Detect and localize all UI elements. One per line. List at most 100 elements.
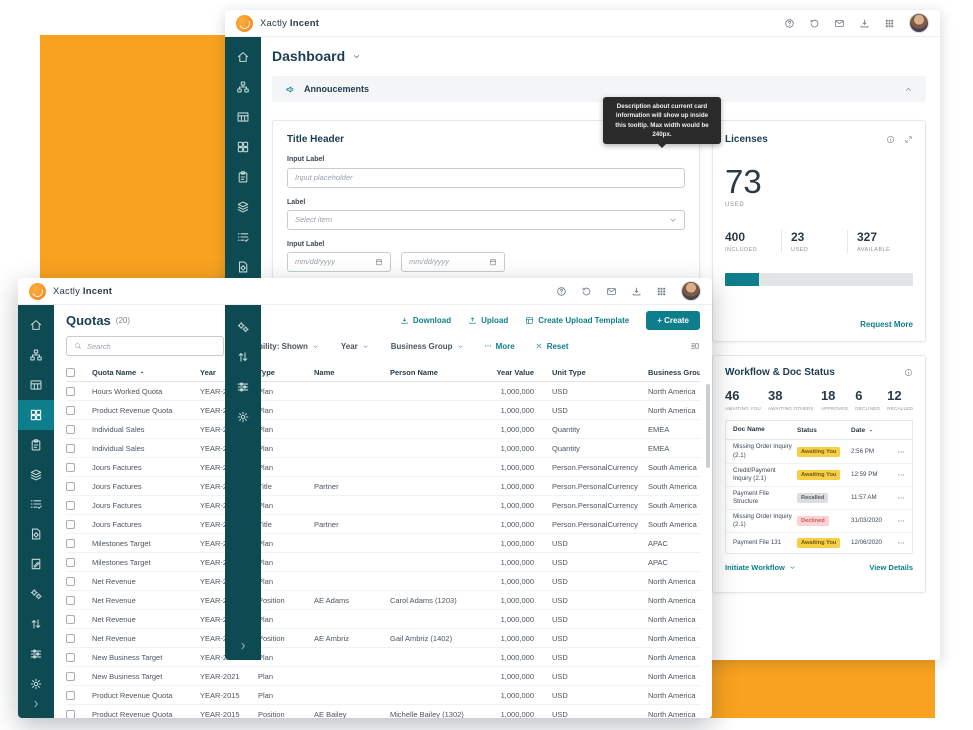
view-details-link[interactable]: View Details (869, 563, 913, 572)
row-checkbox[interactable] (66, 691, 75, 700)
col-person-name[interactable]: Person Name (390, 368, 482, 377)
sidebar-item-home[interactable] (18, 310, 54, 340)
sidebar-item-checklist[interactable] (18, 490, 54, 520)
history-button[interactable] (581, 286, 592, 297)
request-more-link[interactable]: Request More (860, 320, 913, 329)
row-checkbox[interactable] (66, 672, 75, 681)
sidebar-item-quotas-grid[interactable] (225, 132, 261, 162)
sidebar-item-transfer-arrows[interactable] (18, 609, 54, 639)
table-row[interactable]: Product Revenue QuotaYEAR-2021Plan1,000,… (66, 401, 700, 420)
table-row[interactable]: Milestones TargetYEAR-2020Plan1,000,000U… (66, 534, 700, 553)
table-scrollbar[interactable] (706, 384, 710, 468)
row-checkbox[interactable] (66, 501, 75, 510)
text-input[interactable] (287, 168, 685, 188)
table-row[interactable]: Hours Worked QuotaYEAR-2020Plan1,000,000… (66, 382, 700, 401)
apps-grid-button[interactable] (884, 18, 895, 29)
sidebar-item-gears[interactable] (225, 312, 261, 342)
row-actions-button[interactable] (893, 494, 905, 502)
filter-dropdown-business-group[interactable]: Business Group (391, 342, 464, 351)
sidebar-item-settings-gear[interactable] (18, 669, 54, 699)
col-business-group[interactable]: Business Group (638, 368, 700, 377)
create-button[interactable]: + Create (646, 311, 700, 330)
table-row[interactable]: Jours FacturesYEAR-2021TitlePartner1,000… (66, 515, 700, 534)
row-checkbox[interactable] (66, 463, 75, 472)
sidebar-item-layers[interactable] (18, 460, 54, 490)
sidebar-expand-button[interactable] (225, 641, 261, 651)
sidebar-item-transfer-arrows[interactable] (225, 342, 261, 372)
table-row[interactable]: Jours FacturesYEAR-2021Plan1,000,000Pers… (66, 496, 700, 515)
announcements-bar[interactable]: Annoucements (272, 76, 926, 102)
table-row[interactable]: Jours FacturesYEAR-2020Plan1,000,000Pers… (66, 458, 700, 477)
col-status[interactable]: Status (797, 427, 851, 434)
table-row[interactable]: Net RevenueYEAR-2020Plan1,000,000USDNort… (66, 572, 700, 591)
page-title[interactable]: Dashboard (272, 48, 361, 64)
sidebar-item-table[interactable] (18, 370, 54, 400)
sidebar-expand-button[interactable] (18, 699, 54, 709)
upload-button[interactable]: Upload (468, 316, 508, 325)
sidebar-item-document-gear[interactable] (18, 519, 54, 549)
sidebar-item-clipboard[interactable] (18, 430, 54, 460)
table-row[interactable]: New Business TargetYEAR-2021Plan1,000,00… (66, 667, 700, 686)
search-input[interactable] (87, 342, 216, 351)
initiate-workflow-link[interactable]: Initiate Workflow (725, 563, 796, 572)
sidebar-item-org-chart[interactable] (18, 340, 54, 370)
table-row[interactable]: Net RevenueYEAR-2021PositionAE AmbrizGai… (66, 629, 700, 648)
row-checkbox[interactable] (66, 444, 75, 453)
date-input-start[interactable]: mm/dd/yyyy (287, 252, 391, 272)
col-unit-type[interactable]: Unit Type (538, 368, 638, 377)
workflow-row[interactable]: Payment File StructureRecalled11:57 AM (726, 487, 912, 510)
reset-filters-button[interactable]: Reset (535, 342, 569, 351)
download-button[interactable] (859, 18, 870, 29)
row-checkbox[interactable] (66, 577, 75, 586)
row-checkbox[interactable] (66, 710, 75, 719)
table-row[interactable]: Net RevenueYEAR-2021Plan1,000,000USDNort… (66, 610, 700, 629)
row-checkbox[interactable] (66, 596, 75, 605)
row-checkbox[interactable] (66, 425, 75, 434)
filter-dropdown-year[interactable]: Year (341, 342, 369, 351)
chevron-up-icon[interactable] (904, 85, 913, 94)
help-button[interactable] (784, 18, 795, 29)
expand-icon[interactable] (904, 135, 913, 144)
col-name[interactable]: Name (314, 368, 390, 377)
sidebar-item-checklist[interactable] (225, 222, 261, 252)
sidebar-item-clipboard[interactable] (225, 162, 261, 192)
select-input[interactable]: Select item (287, 210, 685, 230)
mail-button[interactable] (606, 286, 617, 297)
table-row[interactable]: Jours FacturesYEAR-2020TitlePartner1,000… (66, 477, 700, 496)
download-button[interactable] (631, 286, 642, 297)
table-row[interactable]: Product Revenue QuotaYEAR-2015Plan1,000,… (66, 686, 700, 705)
sidebar-item-org-chart[interactable] (225, 72, 261, 102)
info-icon[interactable] (886, 135, 895, 144)
column-settings-button[interactable] (690, 341, 700, 351)
row-checkbox[interactable] (66, 653, 75, 662)
sidebar-item-table[interactable] (225, 102, 261, 132)
sidebar-item-quotas-grid[interactable] (18, 400, 54, 430)
col-doc-name[interactable]: Doc Name (733, 426, 797, 434)
history-button[interactable] (809, 18, 820, 29)
more-filters-button[interactable]: More (484, 342, 515, 351)
user-avatar[interactable] (681, 281, 701, 301)
table-row[interactable]: New Business TargetYEAR-2020Plan1,000,00… (66, 648, 700, 667)
create-upload-template-button[interactable]: Create Upload Template (525, 316, 629, 325)
sidebar-item-layers[interactable] (225, 192, 261, 222)
workflow-row[interactable]: Credit/Payment Inquiry (2.1)Awaiting You… (726, 464, 912, 487)
workflow-row[interactable]: Missing Order Inquiry (2.1)Awaiting You2… (726, 440, 912, 463)
row-actions-button[interactable] (893, 448, 905, 456)
date-input-end[interactable]: mm/dd/yyyy (401, 252, 505, 272)
sidebar-item-home[interactable] (225, 42, 261, 72)
sidebar-item-settings-gear[interactable] (225, 402, 261, 432)
row-actions-button[interactable] (893, 471, 905, 479)
download-button[interactable]: Download (400, 316, 451, 325)
table-row[interactable]: Individual SalesYEAR-2021Plan1,000,000Qu… (66, 439, 700, 458)
sidebar-item-sliders[interactable] (225, 372, 261, 402)
table-row[interactable]: Net RevenueYEAR-2020PositionAE AdamsCaro… (66, 591, 700, 610)
table-row[interactable]: Product Revenue QuotaYEAR-2015PositionAE… (66, 705, 700, 718)
col-quota-name[interactable]: Quota Name (92, 368, 200, 377)
row-checkbox[interactable] (66, 634, 75, 643)
select-all-checkbox[interactable] (66, 368, 75, 377)
help-button[interactable] (556, 286, 567, 297)
row-checkbox[interactable] (66, 558, 75, 567)
row-checkbox[interactable] (66, 539, 75, 548)
table-row[interactable]: Individual SalesYEAR-2020Plan1,000,000Qu… (66, 420, 700, 439)
sidebar-item-sliders[interactable] (18, 639, 54, 669)
